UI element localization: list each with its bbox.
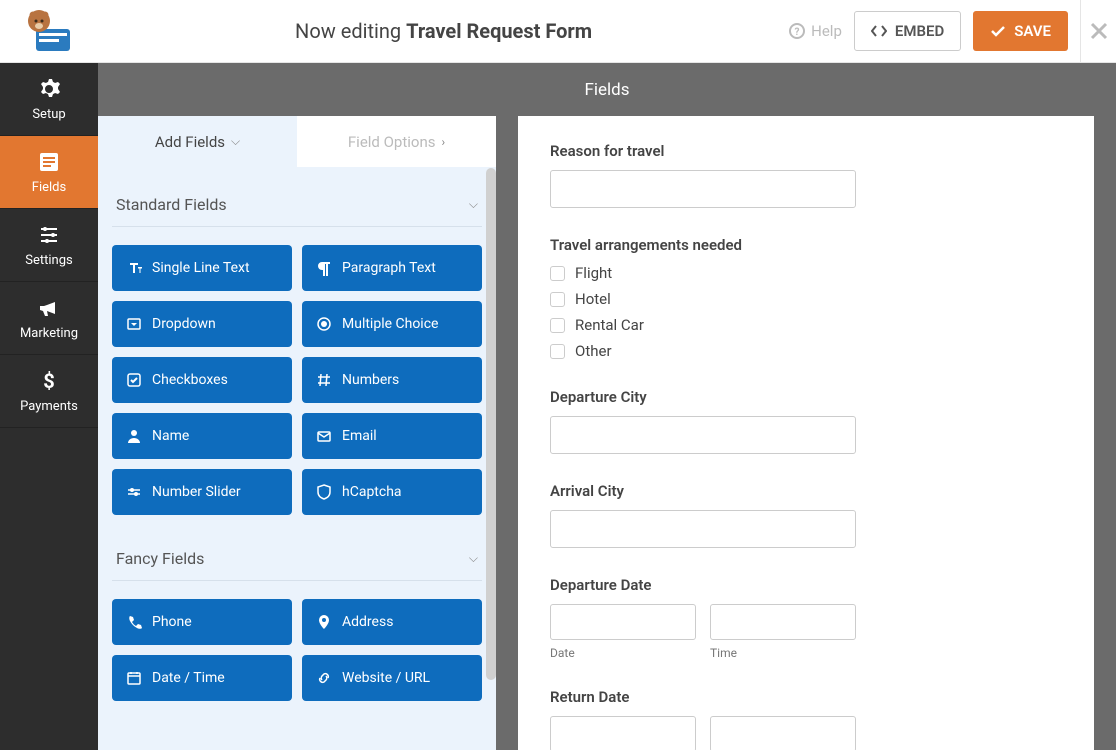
checkbox-input[interactable]	[550, 344, 565, 359]
field-btn-name[interactable]: Name	[112, 413, 292, 459]
code-icon	[871, 23, 887, 39]
field-btn-numbers[interactable]: Numbers	[302, 357, 482, 403]
form-icon	[37, 150, 61, 174]
text-input[interactable]	[550, 416, 856, 454]
text-icon	[126, 260, 142, 276]
app-logo	[0, 0, 98, 63]
sidebar-item-setup[interactable]: Setup	[0, 63, 98, 136]
field-btn-paragraph-text[interactable]: Paragraph Text	[302, 245, 482, 291]
section-header[interactable]: Fancy Fields⌵	[112, 535, 482, 581]
field-ret-date[interactable]: Return Date	[550, 688, 1062, 750]
help-icon: ?	[789, 23, 805, 39]
field-dep-date[interactable]: Departure Date Date Time	[550, 576, 1062, 660]
sidebar-item-payments[interactable]: $Payments	[0, 355, 98, 428]
field-btn-date-time[interactable]: Date / Time	[112, 655, 292, 701]
title-prefix: Now editing	[295, 19, 401, 43]
gear-icon	[37, 77, 61, 101]
sidebar-item-settings[interactable]: Settings	[0, 209, 98, 282]
topbar: Now editing Travel Request Form ? Help E…	[0, 0, 1116, 63]
dropdown-icon	[126, 316, 142, 332]
section-header[interactable]: Standard Fields⌵	[112, 181, 482, 227]
checkbox-other[interactable]: Other	[550, 342, 1062, 360]
field-arr-city[interactable]: Arrival City	[550, 482, 1062, 548]
field-arrangements[interactable]: Travel arrangements needed Flight Hotel Re…	[550, 236, 1062, 360]
tab-add-fields[interactable]: Add Fields⌵	[98, 116, 297, 167]
top-actions: ? Help EMBED SAVE	[789, 11, 1080, 51]
check-icon	[126, 372, 142, 388]
field-btn-address[interactable]: Address	[302, 599, 482, 645]
checkbox-flight[interactable]: Flight	[550, 264, 1062, 282]
mail-icon	[316, 428, 332, 444]
field-label: Reason for travel	[550, 142, 1062, 160]
field-label: Departure Date	[550, 576, 1062, 594]
chevron-down-icon: ⌵	[469, 551, 478, 566]
field-label: Travel arrangements needed	[550, 236, 1062, 254]
time-input[interactable]	[710, 604, 856, 640]
panel-title: Fields	[98, 63, 1116, 116]
checkbox-rental-car[interactable]: Rental Car	[550, 316, 1062, 334]
user-icon	[126, 428, 142, 444]
link-icon	[316, 670, 332, 686]
radio-icon	[316, 316, 332, 332]
help-link[interactable]: ? Help	[789, 22, 842, 40]
sidebar-item-fields[interactable]: Fields	[0, 136, 98, 209]
checkbox-input[interactable]	[550, 318, 565, 333]
panel-body: Standard Fields⌵ Single Line TextParagrap…	[98, 167, 496, 750]
date-input[interactable]	[550, 716, 696, 750]
page-title: Now editing Travel Request Form	[98, 19, 789, 43]
check-icon	[990, 23, 1006, 39]
checkbox-hotel[interactable]: Hotel	[550, 290, 1062, 308]
preview-area: Reason for travel Travel arrangements ne…	[496, 116, 1116, 750]
calendar-icon	[126, 670, 142, 686]
field-label: Return Date	[550, 688, 1062, 706]
paragraph-icon	[316, 260, 332, 276]
embed-button[interactable]: EMBED	[854, 11, 961, 51]
date-input[interactable]	[550, 604, 696, 640]
field-reason[interactable]: Reason for travel	[550, 142, 1062, 208]
field-btn-hcaptcha[interactable]: hCaptcha	[302, 469, 482, 515]
slider-icon	[126, 484, 142, 500]
field-btn-phone[interactable]: Phone	[112, 599, 292, 645]
field-btn-website-url[interactable]: Website / URL	[302, 655, 482, 701]
sublabel: Time	[710, 646, 856, 660]
phone-icon	[126, 614, 142, 630]
field-btn-number-slider[interactable]: Number Slider	[112, 469, 292, 515]
text-input[interactable]	[550, 170, 856, 208]
field-btn-multiple-choice[interactable]: Multiple Choice	[302, 301, 482, 347]
sliders-icon	[37, 223, 61, 247]
bullhorn-icon	[37, 296, 61, 320]
hash-icon	[316, 372, 332, 388]
shield-icon	[316, 484, 332, 500]
checkbox-input[interactable]	[550, 266, 565, 281]
svg-text:?: ?	[795, 27, 800, 38]
field-dep-city[interactable]: Departure City	[550, 388, 1062, 454]
fields-panel: Add Fields⌵Field Options› Standard Field…	[98, 116, 496, 750]
close-icon	[1090, 22, 1108, 40]
pin-icon	[316, 614, 332, 630]
sidebar-item-marketing[interactable]: Marketing	[0, 282, 98, 355]
field-btn-checkboxes[interactable]: Checkboxes	[112, 357, 292, 403]
save-button[interactable]: SAVE	[973, 11, 1068, 51]
field-label: Arrival City	[550, 482, 1062, 500]
tab-field-options[interactable]: Field Options›	[297, 116, 496, 167]
panel-scrollbar[interactable]	[486, 168, 496, 680]
checkbox-input[interactable]	[550, 292, 565, 307]
title-name: Travel Request Form	[406, 19, 592, 43]
text-input[interactable]	[550, 510, 856, 548]
time-input[interactable]	[710, 716, 856, 750]
field-btn-email[interactable]: Email	[302, 413, 482, 459]
form-canvas: Reason for travel Travel arrangements ne…	[518, 116, 1094, 750]
chevron-down-icon: ⌵	[469, 197, 478, 212]
chevron-right-icon: ›	[442, 135, 446, 149]
field-btn-single-line-text[interactable]: Single Line Text	[112, 245, 292, 291]
sublabel: Date	[550, 646, 696, 660]
sidebar: SetupFieldsSettingsMarketing$Payments	[0, 63, 98, 750]
field-btn-dropdown[interactable]: Dropdown	[112, 301, 292, 347]
field-label: Departure City	[550, 388, 1062, 406]
dollar-icon: $	[37, 369, 61, 393]
panel-tabs: Add Fields⌵Field Options›	[98, 116, 496, 167]
chevron-down-icon: ⌵	[231, 134, 240, 149]
close-button[interactable]	[1080, 0, 1116, 63]
svg-text:$: $	[43, 369, 54, 393]
